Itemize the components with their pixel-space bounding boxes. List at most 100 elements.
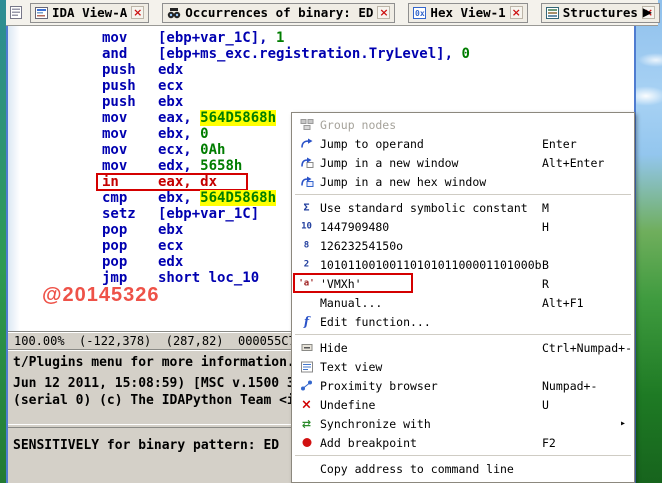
structures-icon <box>546 7 559 19</box>
menu-item-label: 'VMXh' <box>320 277 362 291</box>
jump-new-window-icon <box>298 155 315 170</box>
menu-item-shortcut: R <box>542 277 549 291</box>
menu-item-shortcut: Alt+F1 <box>542 296 584 310</box>
menu-item-synchronize-with[interactable]: ⇄Synchronize with▸ <box>292 414 634 433</box>
asm-mnemonic: pop <box>102 254 158 270</box>
text-view-icon <box>298 359 315 374</box>
menu-item-vmxh[interactable]: 'a' 'VMXh' R <box>292 274 634 293</box>
menu-item-label: Edit function... <box>320 315 431 329</box>
menu-separator <box>292 452 634 459</box>
menu-item-shortcut: Numpad+- <box>542 379 597 393</box>
menu-item-undefine[interactable]: ×UndefineU <box>292 395 634 414</box>
menu-item-label: Hide <box>320 341 348 355</box>
menu-item-label: Text view <box>320 360 382 374</box>
menu-item-copy-address-to-command-line[interactable]: Copy address to command line <box>292 459 634 478</box>
asm-operands: ecx, 0Ah <box>158 142 225 158</box>
asm-operands: ebx, 564D5868h <box>158 190 276 206</box>
decimal-icon: 10 <box>298 219 315 234</box>
tab-occurrences-of-binary-ed[interactable]: Occurrences of binary: ED × <box>162 3 395 23</box>
menu-separator <box>292 331 634 338</box>
menu-item-shortcut: H <box>542 220 549 234</box>
window-page-icon[interactable] <box>10 6 23 20</box>
menu-item-shortcut: Ctrl+Numpad+- <box>542 341 632 355</box>
menu-item-hide[interactable]: Hide Ctrl+Numpad+- <box>292 338 634 357</box>
asm-mnemonic: mov <box>102 142 158 158</box>
menu-item-text-view[interactable]: Text view <box>292 357 634 376</box>
menu-item-use-standard-symbolic-constant[interactable]: Σ Use standard symbolic constant M <box>292 198 634 217</box>
output-line: Jun 12 2011, 15:08:59) [MSC v.1500 3 <box>13 376 295 391</box>
menu-item-label: 12623254150o <box>320 239 403 253</box>
tab-close-icon[interactable]: × <box>510 6 523 19</box>
asm-operands: [ebp+var_1C] <box>158 206 259 222</box>
watermark-text: @20145326 <box>42 284 160 307</box>
menu-item-label: Manual... <box>320 296 382 310</box>
output-line: t/Plugins menu for more information. <box>13 355 295 370</box>
proximity-browser-icon <box>298 378 315 393</box>
tab-close-icon[interactable]: × <box>131 6 144 19</box>
asm-line[interactable]: pushedx <box>102 62 470 78</box>
tab-label: Occurrences of binary: ED <box>185 5 373 20</box>
asm-line[interactable]: and[ebp+ms_exc.registration.TryLevel], 0 <box>102 46 470 62</box>
jump-operand-icon <box>298 136 315 151</box>
menu-item-label: 1010110010011010101100001101000b <box>320 258 542 272</box>
menu-item-shortcut: M <box>542 201 549 215</box>
jump-new-hex-window-icon <box>298 174 315 189</box>
asm-mnemonic: pop <box>102 222 158 238</box>
context-menu: Group nodesJump to operandEnterJump in a… <box>291 112 635 483</box>
menu-item-proximity-browser[interactable]: Proximity browserNumpad+- <box>292 376 634 395</box>
asm-operands: short loc_10 <box>158 270 259 286</box>
asm-line[interactable]: pushebx <box>102 94 470 110</box>
undefine-icon: × <box>298 397 315 412</box>
menu-item-1010110010011010101100001101000b[interactable]: 21010110010011010101100001101000bB <box>292 255 634 274</box>
tab-close-icon[interactable]: × <box>377 6 390 19</box>
menu-item-edit-function[interactable]: fEdit function... <box>292 312 634 331</box>
menu-item-label: Jump in a new hex window <box>320 175 486 189</box>
asm-mnemonic: cmp <box>102 190 158 206</box>
menu-item-jump-in-a-new-hex-window[interactable]: Jump in a new hex window <box>292 172 634 191</box>
asm-operands: ecx <box>158 78 183 94</box>
tab-hex-view-1[interactable]: 0xHex View-1× <box>408 3 527 23</box>
asm-mnemonic: push <box>102 94 158 110</box>
menu-item-shortcut: Alt+Enter <box>542 156 604 170</box>
char-icon: 'a' <box>298 276 315 291</box>
asm-operands: ebx, 0 <box>158 126 209 142</box>
asm-operands: [ebp+ms_exc.registration.TryLevel], 0 <box>158 46 470 62</box>
menu-item-1447909480[interactable]: 10 1447909480 H <box>292 217 634 236</box>
breakpoint-icon <box>298 435 315 450</box>
hex-view-icon: 0x <box>413 7 426 19</box>
binary-icon: 2 <box>298 257 315 272</box>
submenu-arrow-icon: ▸ <box>620 418 626 429</box>
menu-item-jump-in-a-new-window[interactable]: Jump in a new window Alt+Enter <box>292 153 634 172</box>
tab-scroll-right-button[interactable]: ▶ <box>643 5 652 19</box>
asm-mnemonic: push <box>102 62 158 78</box>
asm-mnemonic: setz <box>102 206 158 222</box>
tab-label: Structures <box>563 5 638 20</box>
tab-ida-view-a[interactable]: IDA View-A× <box>30 3 149 23</box>
tab-bar: IDA View-A×Occurrences of binary: ED×0xH… <box>6 0 658 26</box>
menu-item-label: Undefine <box>320 398 375 412</box>
menu-item-jump-to-operand[interactable]: Jump to operandEnter <box>292 134 634 153</box>
asm-line[interactable]: mov[ebp+var_1C], 1 <box>102 30 470 46</box>
desktop-wallpaper-right <box>636 0 662 483</box>
menu-item-shortcut: Enter <box>542 137 577 151</box>
menu-item-manual[interactable]: Manual... Alt+F1 <box>292 293 634 312</box>
menu-item-label: 1447909480 <box>320 220 389 234</box>
menu-item-label: Jump in a new window <box>320 156 458 170</box>
menu-item-12623254150o[interactable]: 812623254150o <box>292 236 634 255</box>
menu-item-label: Use standard symbolic constant <box>320 201 528 215</box>
asm-operands: edx <box>158 62 183 78</box>
menu-separator <box>292 191 634 198</box>
asm-operands: edx, 5658h <box>158 158 242 174</box>
menu-item-label: Add breakpoint <box>320 436 417 450</box>
group-nodes-icon <box>298 117 315 132</box>
menu-item-add-breakpoint[interactable]: Add breakpoint F2 <box>292 433 634 452</box>
svg-text:0x: 0x <box>415 9 425 18</box>
asm-operands: [ebp+var_1C], 1 <box>158 30 284 46</box>
menu-item-shortcut: F2 <box>542 436 556 450</box>
asm-operands: edx <box>158 254 183 270</box>
asm-line[interactable]: pushecx <box>102 78 470 94</box>
output-line: SENSITIVELY for binary pattern: ED <box>13 438 279 453</box>
asm-mnemonic: push <box>102 78 158 94</box>
asm-operands: eax, 564D5868h <box>158 110 276 126</box>
symbolic-constant-icon: Σ <box>298 200 315 215</box>
